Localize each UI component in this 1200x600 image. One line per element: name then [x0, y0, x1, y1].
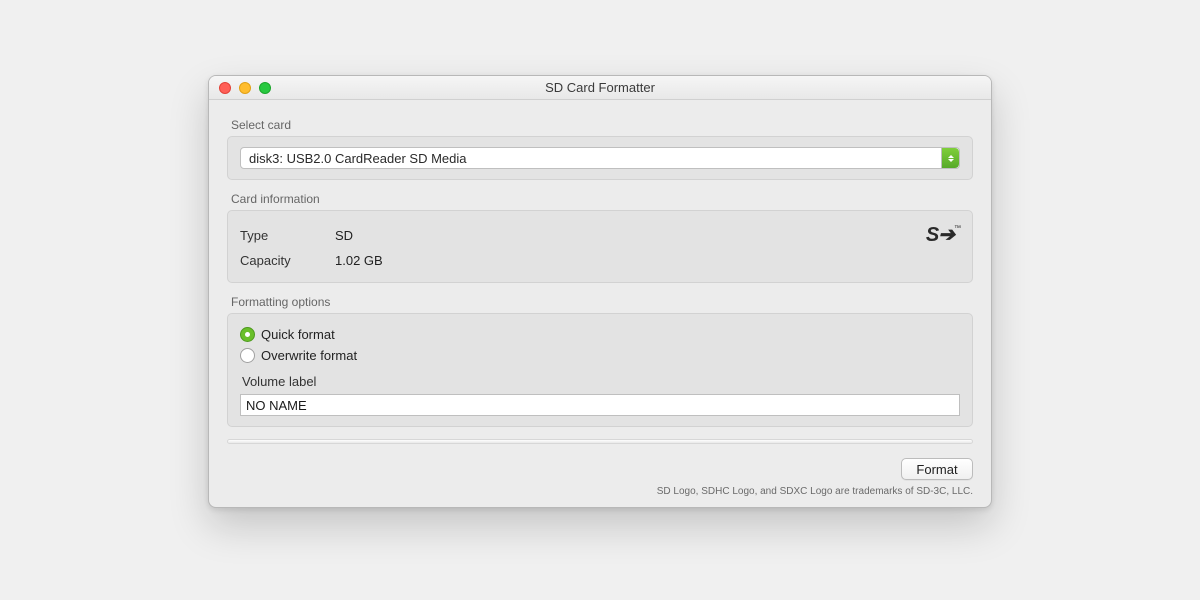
card-info-label: Card information [231, 192, 973, 206]
info-label: Type [240, 228, 335, 243]
volume-label-caption: Volume label [242, 374, 960, 389]
window-title: SD Card Formatter [209, 80, 991, 95]
card-info-panel: Type SD S➔™ Capacity 1.02 GB [227, 210, 973, 283]
radio-overwrite-format[interactable]: Overwrite format [240, 345, 960, 366]
info-value: 1.02 GB [335, 253, 383, 268]
close-icon[interactable] [219, 82, 231, 94]
window-controls [219, 82, 271, 94]
info-value: SD [335, 228, 353, 243]
format-button[interactable]: Format [901, 458, 973, 480]
legal-text: SD Logo, SDHC Logo, and SDXC Logo are tr… [227, 486, 973, 497]
info-label: Capacity [240, 253, 335, 268]
format-options-label: Formatting options [231, 295, 973, 309]
radio-icon [240, 348, 255, 363]
radio-label: Overwrite format [261, 348, 357, 363]
minimize-icon[interactable] [239, 82, 251, 94]
footer-buttons: Format [227, 458, 973, 480]
select-card-label: Select card [231, 118, 973, 132]
radio-icon [240, 327, 255, 342]
select-card-panel: disk3: USB2.0 CardReader SD Media [227, 136, 973, 180]
card-select-value: disk3: USB2.0 CardReader SD Media [249, 151, 467, 166]
updown-icon [941, 148, 959, 168]
sd-logo-icon: S➔™ [926, 225, 960, 245]
info-row-capacity: Capacity 1.02 GB [240, 249, 960, 272]
card-select[interactable]: disk3: USB2.0 CardReader SD Media [240, 147, 960, 169]
app-window: SD Card Formatter Select card disk3: USB… [208, 75, 992, 508]
volume-label-input[interactable] [240, 394, 960, 416]
info-row-type: Type SD S➔™ [240, 221, 960, 249]
format-button-label: Format [916, 462, 957, 477]
zoom-icon[interactable] [259, 82, 271, 94]
radio-quick-format[interactable]: Quick format [240, 324, 960, 345]
format-options-panel: Quick format Overwrite format Volume lab… [227, 313, 973, 427]
titlebar: SD Card Formatter [209, 76, 991, 100]
separator [227, 439, 973, 444]
radio-label: Quick format [261, 327, 335, 342]
window-body: Select card disk3: USB2.0 CardReader SD … [209, 100, 991, 507]
